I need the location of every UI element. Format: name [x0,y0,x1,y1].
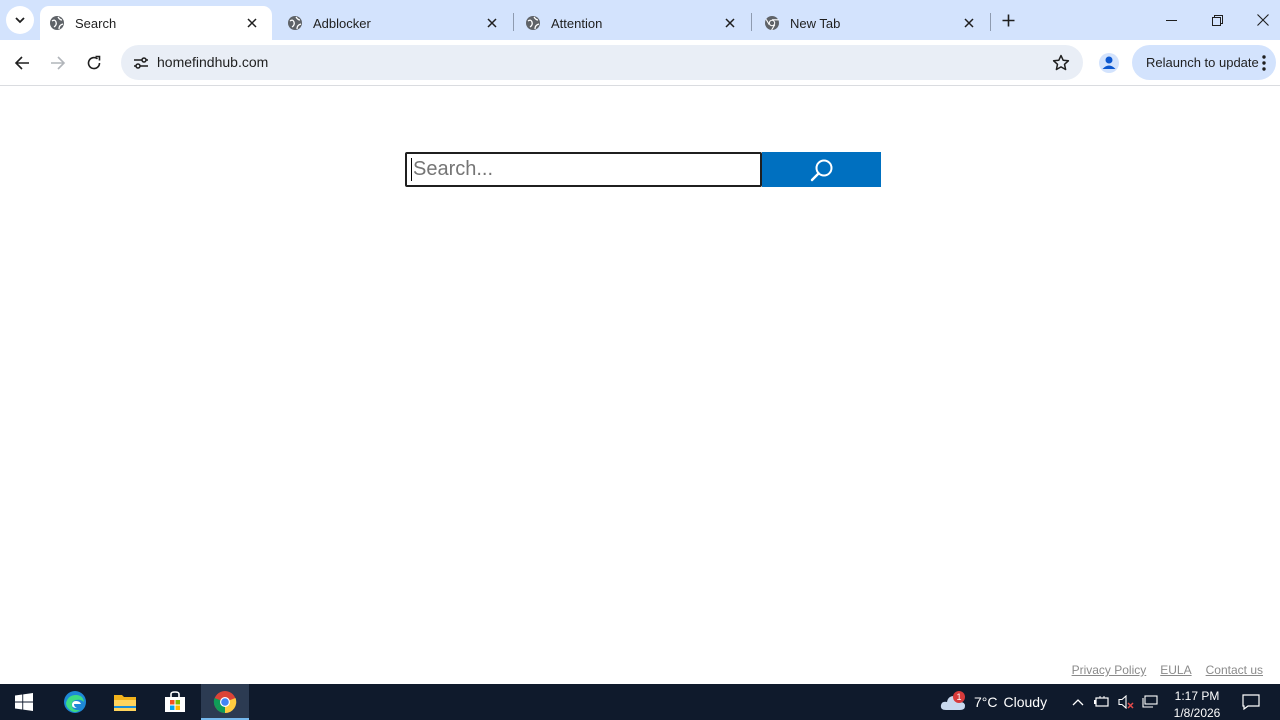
search-input[interactable] [405,152,762,187]
edge-icon [64,691,86,713]
relaunch-label: Relaunch to update [1146,55,1259,70]
taskbar-microsoft-store[interactable] [151,684,199,720]
more-vert-icon[interactable] [1260,53,1268,73]
clock-time: 1:17 PM [1174,689,1220,703]
tab-search[interactable]: Search [40,6,272,40]
microsoft-store-icon [165,691,185,712]
new-tab-button[interactable] [997,9,1019,31]
start-button[interactable] [0,684,48,720]
forward-button[interactable] [44,49,72,77]
weather-temp: 7°C [974,694,998,710]
tab-title: Adblocker [313,15,371,31]
close-icon[interactable] [484,15,500,31]
search-button[interactable] [762,152,881,187]
star-icon [1052,54,1070,71]
minimize-icon [1165,19,1177,21]
battery-icon[interactable] [1094,694,1110,710]
chevron-up-icon[interactable] [1070,694,1086,710]
arrow-left-icon [14,56,29,70]
weather-widget[interactable]: 1 7°C Cloudy [940,684,1047,720]
reload-icon [87,55,101,70]
close-icon[interactable] [244,15,260,31]
tab-new-tab[interactable]: New Tab [755,6,989,40]
chrome-icon [764,15,780,31]
tune-icon [133,56,148,69]
plus-icon [1002,14,1014,26]
tab-title: Search [75,15,117,31]
globe-icon [49,15,65,31]
volume-muted-icon[interactable] [1118,694,1134,710]
relaunch-to-update-button[interactable]: Relaunch to update [1132,45,1276,80]
back-button[interactable] [8,49,36,77]
chevron-down-icon [15,17,25,24]
tab-separator [751,13,752,31]
contact-us-link[interactable]: Contact us [1206,663,1263,677]
taskbar-file-explorer[interactable] [101,684,149,720]
bookmark-star-button[interactable] [1051,53,1071,73]
address-bar[interactable]: homefindhub.com [121,45,1083,80]
restore-icon [1211,14,1223,26]
tab-separator [513,13,514,31]
browser-toolbar: homefindhub.com Relaunch to update [0,40,1280,86]
restore-button[interactable] [1194,0,1240,40]
close-icon [1257,14,1269,26]
windows-start-icon [15,693,33,711]
tab-adblocker[interactable]: Adblocker [278,6,512,40]
text-caret [411,158,412,181]
tab-title: Attention [551,15,603,31]
search-icon [810,159,832,181]
close-window-button[interactable] [1240,0,1280,40]
chrome-icon [213,691,237,714]
clock-date: 1/8/2026 [1173,706,1221,720]
tab-attention[interactable]: Attention [516,6,750,40]
tab-title: New Tab [790,15,841,31]
reload-button[interactable] [80,49,108,77]
taskbar-chrome[interactable] [201,684,249,720]
url-text[interactable]: homefindhub.com [157,54,268,70]
tab-separator [990,13,991,31]
close-icon[interactable] [722,15,738,31]
globe-icon [287,15,303,31]
weather-condition: Cloudy [1003,694,1048,710]
network-icon[interactable] [1142,694,1158,710]
eula-link[interactable]: EULA [1160,663,1191,677]
privacy-policy-link[interactable]: Privacy Policy [1072,663,1147,677]
profile-button[interactable] [1096,50,1122,76]
site-info-button[interactable] [127,49,154,76]
notification-center-icon[interactable] [1242,694,1260,710]
globe-icon [525,15,541,31]
tab-strip: Search Adblocker Attention New Tab [0,0,1280,40]
close-icon[interactable] [961,15,977,31]
windows-taskbar: 1 7°C Cloudy 1:17 PM 1/8/2026 [0,684,1280,720]
avatar-icon [1099,53,1119,73]
page-footer: Privacy Policy EULA Contact us [1072,663,1263,677]
weather-alert-badge: 1 [953,691,965,703]
system-clock[interactable]: 1:17 PM 1/8/2026 [1170,688,1224,720]
arrow-right-icon [51,56,66,70]
tab-search-button[interactable] [6,6,34,34]
file-explorer-icon [114,695,136,711]
minimize-button[interactable] [1148,0,1194,40]
taskbar-edge[interactable] [51,684,99,720]
